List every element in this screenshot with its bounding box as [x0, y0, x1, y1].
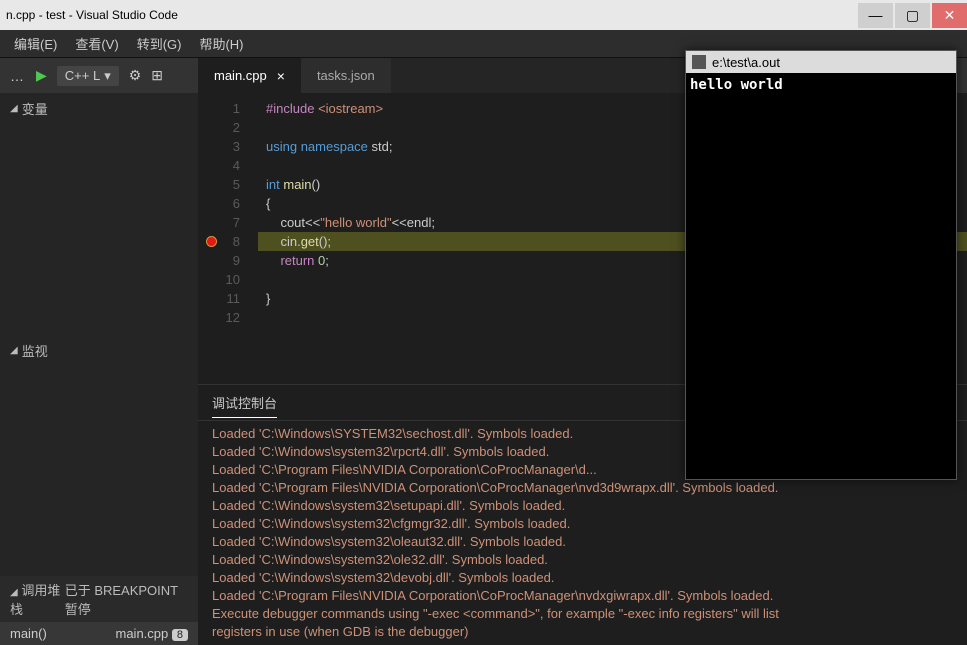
breakpoint-icon[interactable]	[206, 236, 217, 247]
line-number[interactable]: 9	[198, 251, 258, 270]
maximize-button[interactable]: ▢	[895, 3, 930, 28]
tab-label: tasks.json	[317, 68, 375, 83]
gear-icon[interactable]: ⚙	[129, 67, 142, 84]
title-bar: n.cpp - test - Visual Studio Code — ▢ ✕	[0, 0, 967, 30]
line-number[interactable]: 5	[198, 175, 258, 194]
line-number[interactable]: 1	[198, 99, 258, 118]
watch-label: 监视	[22, 341, 48, 360]
tab-tasks-json[interactable]: tasks.json	[301, 58, 391, 93]
menu-goto[interactable]: 转到(G)	[131, 32, 188, 55]
menu-edit[interactable]: 编辑(E)	[8, 32, 63, 55]
console-line: Execute debugger commands using "-exec <…	[212, 605, 953, 623]
watch-section-head[interactable]: ◢ 监视	[0, 335, 198, 366]
close-button[interactable]: ✕	[932, 3, 967, 28]
terminal-window[interactable]: e:\test\a.out hello world	[685, 50, 957, 480]
console-line: registers in use (when GDB is the debugg…	[212, 623, 953, 641]
chevron-down-icon: ▾	[104, 68, 111, 84]
start-debug-icon[interactable]: ▶	[36, 67, 47, 84]
panels-icon[interactable]: ⊞	[151, 67, 163, 84]
caret-down-icon: ◢	[10, 345, 18, 356]
line-number[interactable]: 4	[198, 156, 258, 175]
close-icon[interactable]: ×	[277, 68, 285, 84]
debug-config-select[interactable]: C++ L ▾	[57, 66, 119, 86]
window-controls: — ▢ ✕	[856, 3, 967, 28]
watch-body	[0, 366, 198, 577]
terminal-title: e:\test\a.out	[712, 55, 780, 70]
callstack-label: 调用堆栈	[10, 583, 60, 617]
terminal-icon	[692, 55, 706, 69]
console-line: Loaded 'C:\Windows\system32\devobj.dll'.…	[212, 569, 953, 587]
console-line: Loaded 'C:\Program Files\NVIDIA Corporat…	[212, 587, 953, 605]
line-number[interactable]: 7	[198, 213, 258, 232]
window-title: n.cpp - test - Visual Studio Code	[6, 8, 178, 22]
line-number[interactable]: 2	[198, 118, 258, 137]
callstack-line: 8	[172, 629, 188, 641]
more-icon[interactable]: …	[10, 68, 26, 84]
menu-help[interactable]: 帮助(H)	[193, 32, 249, 55]
terminal-titlebar[interactable]: e:\test\a.out	[686, 51, 956, 73]
caret-down-icon: ◢	[10, 587, 18, 598]
caret-down-icon: ◢	[10, 103, 18, 114]
line-number[interactable]: 10	[198, 270, 258, 289]
callstack-section-head[interactable]: ◢ 调用堆栈 已于 BREAKPOINT 暂停	[0, 576, 198, 622]
line-number[interactable]: 12	[198, 308, 258, 327]
console-line: Loaded 'C:\Windows\system32\cfgmgr32.dll…	[212, 515, 953, 533]
minimize-button[interactable]: —	[858, 3, 893, 28]
line-number[interactable]: 8	[198, 232, 258, 251]
callstack-file: main.cpp	[116, 626, 169, 641]
debug-config-label: C++ L	[65, 68, 100, 83]
line-number[interactable]: 3	[198, 137, 258, 156]
console-line: Loaded 'C:\Windows\system32\oleaut32.dll…	[212, 533, 953, 551]
terminal-output: hello world	[686, 73, 956, 97]
menu-view[interactable]: 查看(V)	[69, 32, 124, 55]
debug-toolbar: … ▶ C++ L ▾ ⚙ ⊞	[0, 58, 198, 93]
variables-section-head[interactable]: ◢ 变量	[0, 93, 198, 124]
line-number[interactable]: 6	[198, 194, 258, 213]
console-line: Loaded 'C:\Program Files\NVIDIA Corporat…	[212, 479, 953, 497]
line-number[interactable]: 11	[198, 289, 258, 308]
tab-main-cpp[interactable]: main.cpp ×	[198, 58, 301, 93]
console-line: Loaded 'C:\Windows\system32\setupapi.dll…	[212, 497, 953, 515]
debug-console-tab[interactable]: 调试控制台	[212, 396, 277, 418]
line-gutter: 123456789101112	[198, 93, 258, 384]
variables-body	[0, 124, 198, 335]
console-line: Loaded 'C:\Windows\system32\ole32.dll'. …	[212, 551, 953, 569]
callstack-row[interactable]: main() main.cpp 8	[0, 622, 198, 645]
callstack-fn: main()	[10, 626, 47, 641]
debug-sidebar: … ▶ C++ L ▾ ⚙ ⊞ ◢ 变量 ◢ 监视 ◢ 调用堆栈 已于 BREA…	[0, 58, 198, 645]
callstack-status: 已于 BREAKPOINT 暂停	[65, 580, 188, 618]
tab-label: main.cpp	[214, 68, 267, 83]
variables-label: 变量	[22, 99, 48, 118]
